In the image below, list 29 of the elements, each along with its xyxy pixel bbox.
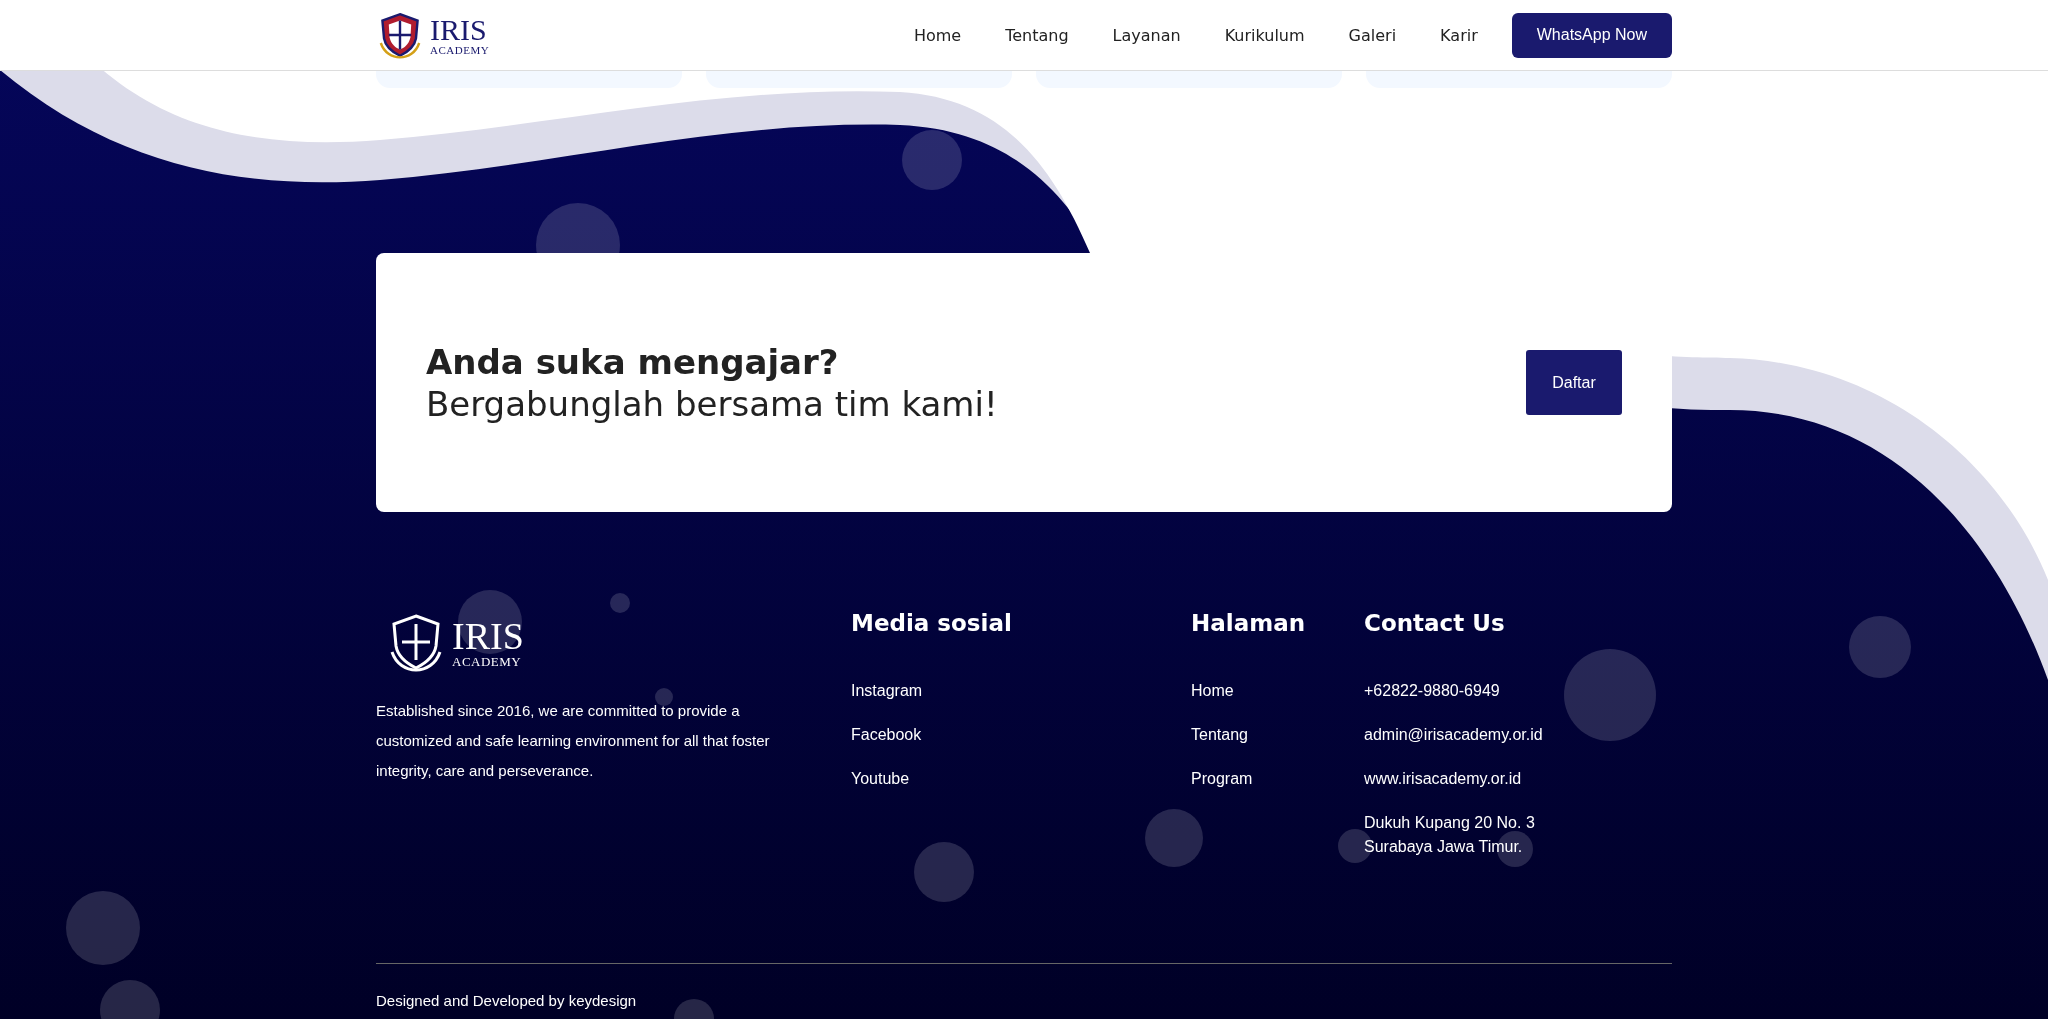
logo-name: IRIS <box>430 14 488 45</box>
logo-name: IRIS <box>452 616 524 655</box>
logo-subtitle: ACADEMY <box>430 44 490 56</box>
credit-text: Designed and Developed by keydesign <box>376 992 638 1009</box>
column-heading: Halaman <box>1191 612 1307 635</box>
footer-link[interactable]: www.irisacademy.or.id <box>1364 767 1543 791</box>
nav-link[interactable]: Layanan <box>1112 25 1181 45</box>
join-title: Anda suka mengajar? <box>426 341 840 382</box>
footer-link[interactable]: admin@irisacademy.or.id <box>1364 723 1543 747</box>
footer-link[interactable]: Home <box>1191 679 1364 703</box>
nav-link[interactable]: Karir <box>1440 25 1478 45</box>
about-text: Established since 2016, we are committed to provide a customized and safe learning environment for all that foster integrity, care and perseverance. <box>376 701 771 781</box>
footer-link[interactable]: Instagram <box>851 679 1191 703</box>
join-subtitle: Bergabunglah bersama tim kami! <box>426 383 998 424</box>
logo-subtitle: ACADEMY <box>452 654 523 668</box>
nav-link[interactable]: Home <box>913 25 962 45</box>
nav-link[interactable]: Kurikulum <box>1224 25 1305 45</box>
whatsapp-button[interactable]: WhatsApp Now <box>1511 12 1672 58</box>
footer-link[interactable]: Youtube <box>851 767 1191 791</box>
column-heading: Contact Us <box>1364 612 1506 635</box>
footer-link[interactable]: Program <box>1191 767 1364 791</box>
nav-link[interactable]: Galeri <box>1348 25 1397 45</box>
column-heading: Media sosial <box>851 612 1013 635</box>
footer-link[interactable]: Dukuh Kupang 20 No. 3 Surabaya Jawa Timur. <box>1364 811 1543 859</box>
footer-link[interactable]: +62822-9880-6949 <box>1364 679 1543 703</box>
footer-link[interactable]: Tentang <box>1191 723 1364 747</box>
footer-link[interactable]: Facebook <box>851 723 1191 747</box>
register-button[interactable]: Daftar <box>1526 350 1622 415</box>
nav-link[interactable]: Tentang <box>1005 25 1069 45</box>
